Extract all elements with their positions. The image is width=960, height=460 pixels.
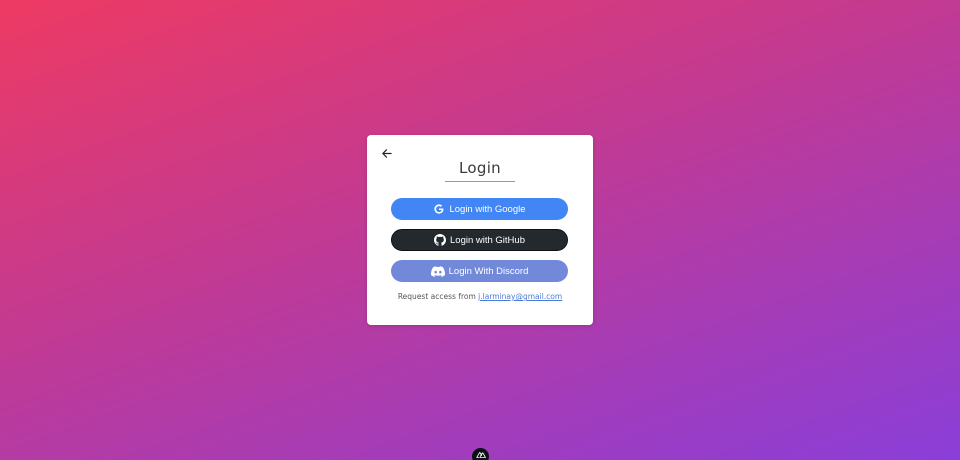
login-github-button[interactable]: Login with GitHub [391,229,568,251]
devtools-badge[interactable] [472,448,489,460]
discord-icon [430,265,445,277]
login-card: Login Login with Google Login with GitHu… [367,135,593,325]
request-access-prefix: Request access from [397,292,476,301]
nuxt-devtools-icon [475,452,486,458]
login-github-label: Login with GitHub [450,234,525,246]
arrow-left-icon [381,148,392,158]
login-google-button[interactable]: Login with Google [391,198,568,220]
login-discord-label: Login With Discord [448,265,529,277]
title-underline [445,181,515,182]
request-access-email-link[interactable]: j.larminay@gmail.com [478,292,562,301]
page-title: Login [459,159,501,177]
request-access-text: Request access from j.larminay@gmail.com [367,292,593,301]
google-icon [433,203,445,215]
github-icon [434,234,446,246]
login-google-label: Login with Google [449,203,526,215]
login-discord-button[interactable]: Login With Discord [391,260,568,282]
